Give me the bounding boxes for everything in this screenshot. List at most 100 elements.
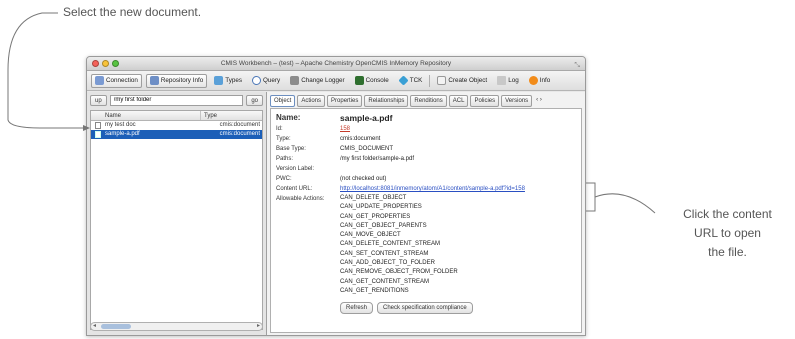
horizontal-scrollbar[interactable]: ◂ ▸ [90,322,263,331]
create-object-label: Create Object [448,77,488,84]
property-content-url: Content URL: http://localhost:8081/inmem… [276,184,576,194]
tab-properties[interactable]: Properties [327,95,363,107]
zoom-window-button[interactable] [112,60,119,67]
types-label: Types [225,77,243,84]
column-header-name[interactable]: Name [91,111,201,120]
tab-renditions[interactable]: Renditions [410,95,447,107]
repository-info-label: Repository Info [160,77,204,84]
table-row-selected[interactable]: sample-a.pdf cmis:document [91,130,262,139]
object-name: sample-a.pdf [340,113,393,123]
property-label: Content URL: [276,186,313,192]
document-icon [95,122,101,129]
tab-object[interactable]: Object [270,95,296,107]
repository-info-button[interactable]: Repository Info [145,73,208,88]
details-pane: Object Actions Properties Relationships … [267,92,585,335]
go-button[interactable]: go [246,94,263,106]
path-bar: up go [87,92,266,108]
property-paths: Paths: /my first folder/sample-a.pdf [276,154,576,164]
row-type: cmis:document [219,122,260,128]
up-button[interactable]: up [90,94,107,106]
folder-contents-table: Name Type my test doc cmis:document samp… [90,110,263,330]
scroll-right-icon[interactable]: ▸ [257,322,260,329]
list-item: CAN_DELETE_CONTENT_STREAM [340,241,441,248]
property-base-type: Base Type: CMIS_DOCUMENT [276,144,576,154]
create-object-button[interactable]: Create Object [434,74,490,88]
magnifier-icon [252,76,262,85]
object-id-link[interactable]: 158 [340,126,350,132]
close-window-button[interactable] [92,60,99,67]
property-label: PWC: [276,176,292,182]
connection-icon [95,76,104,85]
property-name: Name: sample-a.pdf [276,112,576,124]
resize-icon: ⤡ [574,62,580,69]
property-value [340,164,576,174]
query-button[interactable]: Query [249,74,283,88]
main-content: up go Name Type my test doc cmis:documen… [87,92,585,335]
content-url-link[interactable]: http://localhost:8081/inmemory/atom/A1/c… [340,186,525,192]
callout-content-url: Click the content URL to open the file. [660,205,795,262]
row-name-cell: my test doc [91,121,201,130]
query-label: Query [263,77,281,84]
document-icon [95,131,101,138]
tab-versions[interactable]: Versions [501,95,533,107]
property-label: Type: [276,136,291,142]
types-button[interactable]: Types [211,74,245,88]
property-value: /my first folder/sample-a.pdf [340,156,415,162]
info-button[interactable]: Info [526,74,554,88]
list-item: CAN_GET_RENDITIONS [340,287,409,294]
tck-label: TCK [409,77,423,84]
change-logger-button[interactable]: Change Logger [287,74,347,88]
types-icon [214,76,224,85]
list-item: CAN_ADD_OBJECT_TO_FOLDER [340,260,435,267]
folder-path-input[interactable] [109,94,244,106]
check-compliance-button[interactable]: Check specification compliance [377,302,473,315]
connection-button[interactable]: Connection [91,73,142,88]
info-icon [528,76,538,85]
repository-info-icon [149,76,159,85]
table-header: Name Type [91,111,262,121]
tab-acl[interactable]: ACL [448,95,469,107]
callout-line: the file. [708,245,747,259]
title-bar: CMIS Workbench – (test) – Apache Chemist… [87,57,585,71]
toolbar-divider [429,74,431,87]
list-item: CAN_DELETE_OBJECT [340,195,407,201]
tck-button[interactable]: TCK [396,74,426,88]
folder-pane: up go Name Type my test doc cmis:documen… [87,92,267,335]
tck-icon [398,75,409,86]
list-item: CAN_REMOVE_OBJECT_FROM_FOLDER [340,269,458,276]
list-item: CAN_GET_PROPERTIES [340,213,411,220]
log-button[interactable]: Log [494,74,522,88]
callout-line: URL to open [694,226,761,240]
tab-scroll-arrows-icon[interactable]: ‹ › [534,95,544,107]
object-details: Name: sample-a.pdf Id: 158 Type: cmis:do… [270,108,582,333]
callout-bracket-url [586,182,596,212]
info-label: Info [539,77,551,84]
console-label: Console [365,77,389,84]
minimize-window-button[interactable] [102,60,109,67]
tab-policies[interactable]: Policies [470,95,500,107]
log-icon [497,76,507,85]
row-name: my test doc [105,122,136,128]
window-controls [92,60,119,67]
list-item: CAN_GET_OBJECT_PARENTS [340,222,427,229]
tab-relationships[interactable]: Relationships [364,95,409,107]
property-label: Name: [276,113,301,122]
callout-select-document: Select the new document. [63,5,202,19]
column-header-type[interactable]: Type [201,111,262,120]
property-id: Id: 158 [276,124,576,134]
scrollbar-thumb[interactable] [101,324,131,329]
property-value: CMIS_DOCUMENT [340,146,394,152]
change-logger-icon [290,76,300,85]
table-row[interactable]: my test doc cmis:document [91,121,262,130]
scroll-left-icon[interactable]: ◂ [93,322,96,329]
details-tabs: Object Actions Properties Relationships … [267,92,585,107]
tab-actions[interactable]: Actions [297,95,326,107]
console-button[interactable]: Console [352,74,392,88]
row-name: sample-a.pdf [105,131,140,137]
refresh-button[interactable]: Refresh [340,302,374,315]
list-item: CAN_MOVE_OBJECT [340,232,401,239]
property-value: cmis:document [340,136,381,142]
property-label: Allowable Actions: [276,196,325,202]
property-allowable-actions: Allowable Actions: CAN_DELETE_OBJECT CAN… [276,194,576,296]
property-version-label: Version Label: [276,164,576,174]
